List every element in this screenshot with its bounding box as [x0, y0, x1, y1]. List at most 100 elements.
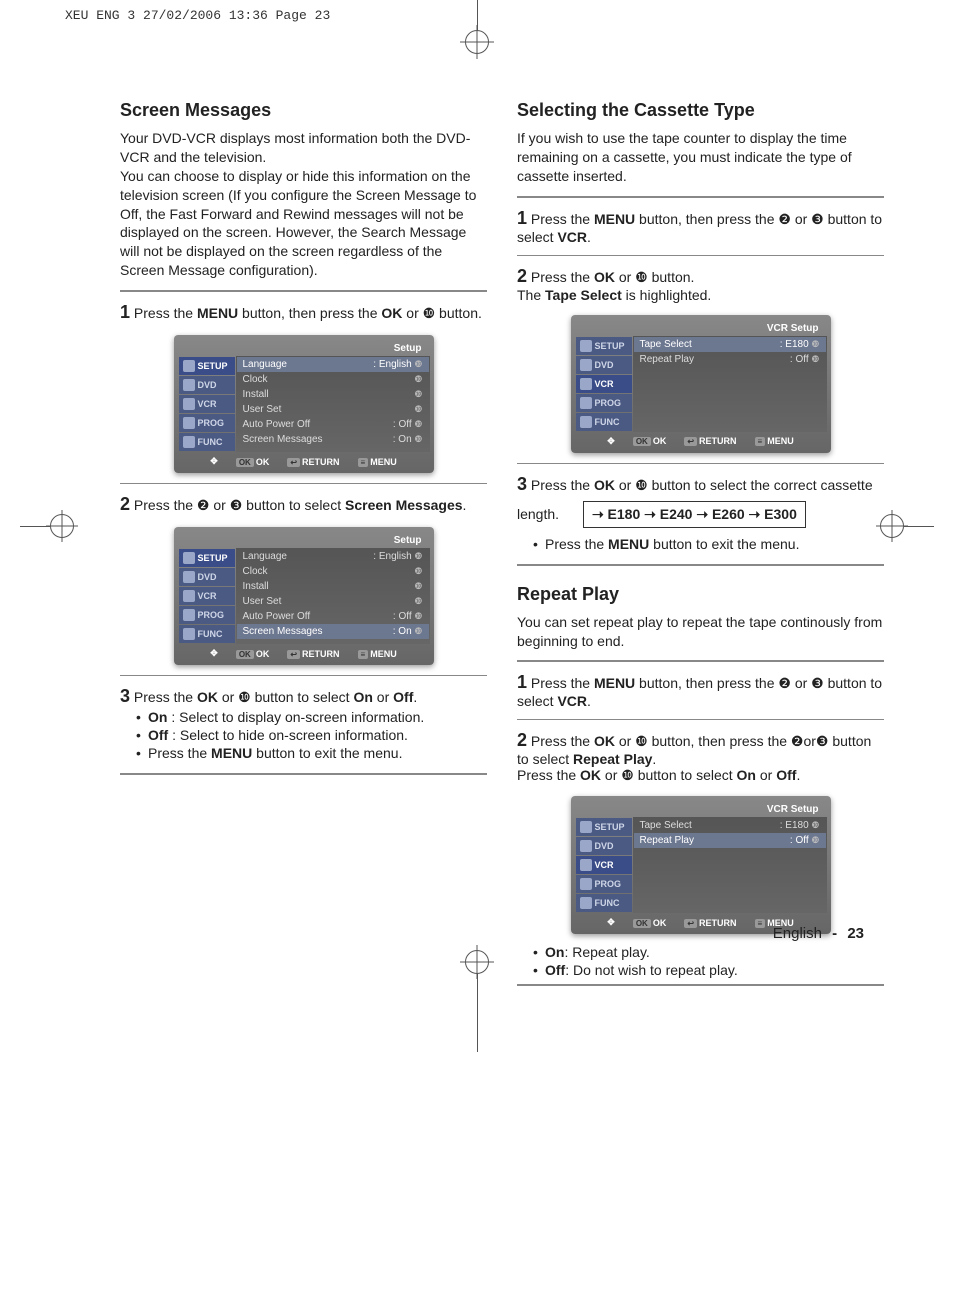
key-label: RETURN — [302, 457, 340, 467]
ok-key: OK — [236, 650, 254, 659]
tab-label: VCR — [198, 399, 217, 409]
tab-label: FUNC — [595, 898, 620, 908]
t: Press the — [531, 675, 594, 691]
chevron-right-icon: ❿ — [414, 389, 422, 400]
divider — [517, 196, 884, 198]
intro-text: Your DVD-VCR displays most information b… — [120, 129, 487, 280]
menu-key: ≡ — [755, 919, 766, 928]
step-number: 3 — [517, 474, 527, 494]
return-key: ↩ — [684, 437, 697, 446]
chevron-right-icon: ❿ — [414, 374, 422, 385]
tab-label: VCR — [198, 591, 217, 601]
b: OK — [594, 733, 615, 749]
ok-key: OK — [236, 458, 254, 467]
osd-row: Repeat Play: Off ❿ — [634, 352, 826, 367]
step-text: Press the OK or ❿ button. The Tape Selec… — [517, 269, 711, 303]
tape-icon — [183, 398, 195, 410]
b: Repeat Play — [573, 751, 652, 767]
osd-tab: VCR — [576, 375, 632, 393]
step-number: 2 — [517, 266, 527, 286]
divider — [120, 483, 487, 484]
key-label: MENU — [370, 457, 397, 467]
osd-footer: ✥ OKOK ↩RETURN ≡MENU — [575, 432, 827, 449]
key-label: RETURN — [699, 436, 737, 446]
tab-label: DVD — [198, 572, 217, 582]
chevron-right-icon: ❿ — [414, 566, 422, 577]
t: . — [587, 693, 591, 709]
key-label: MENU — [767, 436, 794, 446]
clock-icon — [183, 417, 195, 429]
disc-icon — [183, 571, 195, 583]
osd-row: Screen Messages: On ❿ — [237, 624, 429, 639]
key-label: OK — [256, 649, 270, 659]
t: . — [463, 497, 467, 513]
key-label: RETURN — [699, 918, 737, 928]
osd-row: Install ❿ — [237, 387, 429, 402]
row-value: : Off — [790, 354, 809, 365]
bullet-list: Press the MENU button to exit the menu. — [517, 536, 884, 552]
osd-tab: PROG — [576, 875, 632, 893]
osd-menu-setup: Setup SETUP DVD VCR PROG FUNC Language: … — [174, 335, 434, 473]
t: button to exit the menu. — [649, 536, 799, 552]
osd-row: Language: English ❿ — [237, 357, 429, 372]
t: button to exit the menu. — [252, 745, 402, 761]
t: : Select to display on-screen informatio… — [167, 709, 424, 725]
crop-circle — [465, 950, 489, 974]
b: MENU — [594, 211, 635, 227]
t: or — [756, 767, 776, 783]
chevron-right-icon: ❿ — [811, 835, 819, 845]
row-label: Language — [243, 359, 288, 370]
footer-sep: - — [832, 925, 837, 942]
tab-label: SETUP — [198, 361, 228, 371]
row-label: Clock — [243, 374, 268, 385]
row-label: Auto Power Off — [243, 419, 311, 430]
osd-row: Tape Select: E180 ❿ — [634, 337, 826, 352]
clock-icon — [183, 609, 195, 621]
step-text: Press the OK or ❿ button to select On or… — [134, 689, 417, 705]
osd-tabs: SETUP DVD VCR PROG FUNC — [575, 817, 633, 913]
step-1: 1 Press the MENU button, then press the … — [120, 298, 487, 327]
crop-mark — [880, 514, 934, 538]
step-number: 2 — [517, 730, 527, 750]
row-value: : Off — [393, 611, 412, 622]
t: or ❿ button to select — [218, 689, 354, 705]
osd-menu-vcr-repeat: VCR Setup SETUP DVD VCR PROG FUNC Tape S… — [571, 796, 831, 934]
section-title: Repeat Play — [517, 584, 884, 605]
list-item: Off: Do not wish to repeat play. — [533, 962, 884, 978]
chevron-right-icon: ❿ — [414, 626, 422, 636]
divider — [120, 290, 487, 292]
osd-row: Install❿ — [237, 579, 429, 594]
osd-list: Tape Select: E180 ❿ Repeat Play: Off ❿ — [633, 817, 827, 913]
return-key: ↩ — [287, 458, 300, 467]
b: VCR — [557, 229, 587, 245]
osd-tab: DVD — [179, 568, 235, 586]
tab-label: PROG — [595, 398, 622, 408]
osd-footer: ✥ OKOK ↩RETURN ≡MENU — [178, 644, 430, 661]
osd-tabs: SETUP DVD VCR PROG FUNC — [575, 336, 633, 432]
key-label: RETURN — [302, 649, 340, 659]
t: . — [652, 751, 656, 767]
bullet-list: On : Select to display on-screen informa… — [120, 709, 487, 761]
t: : Do not wish to repeat play. — [565, 962, 738, 978]
osd-row: User Set❿ — [237, 402, 429, 417]
osd-title: VCR Setup — [575, 319, 827, 336]
page-content: Screen Messages Your DVD-VCR displays mo… — [0, 0, 954, 1052]
t: or — [373, 689, 393, 705]
cassette-chain: ➝ E180 ➝ E240 ➝ E260 ➝ E300 — [583, 501, 806, 528]
row-label: Install — [243, 389, 269, 400]
bullet-list: On: Repeat play. Off: Do not wish to rep… — [517, 944, 884, 978]
gear-icon — [580, 821, 592, 833]
func-icon — [580, 897, 592, 909]
osd-row: Tape Select: E180 ❿ — [634, 818, 826, 833]
disc-icon — [580, 359, 592, 371]
tab-label: FUNC — [198, 437, 223, 447]
t: Press the ❷ or ❸ button to select — [134, 497, 345, 513]
t: . — [413, 689, 417, 705]
t: . — [587, 229, 591, 245]
osd-row: Auto Power Off: Off ❿ — [237, 609, 429, 624]
t: Press the — [134, 689, 197, 705]
b: OK — [580, 767, 601, 783]
footer-lang: English — [773, 925, 822, 942]
menu-key: ≡ — [755, 437, 766, 446]
row-value: : English — [373, 551, 411, 562]
